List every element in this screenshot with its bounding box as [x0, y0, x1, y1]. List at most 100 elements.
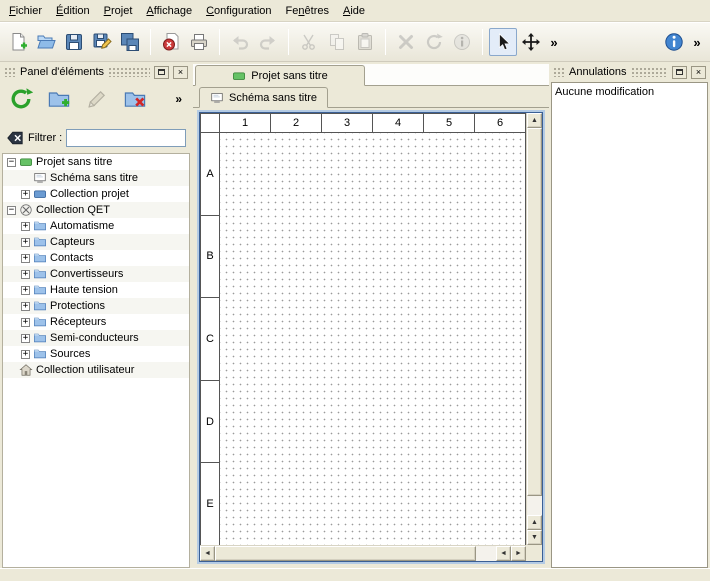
- dock-grip[interactable]: [4, 67, 16, 77]
- rotate-button[interactable]: [420, 28, 448, 56]
- dock-grip[interactable]: [108, 67, 150, 77]
- schema-canvas[interactable]: [220, 133, 526, 545]
- about-button[interactable]: [660, 28, 688, 56]
- menu-projet[interactable]: Projet: [97, 2, 140, 20]
- move-mode-button[interactable]: [517, 28, 545, 56]
- tree-item-projet-sans-titre[interactable]: −Projet sans titre: [3, 154, 189, 170]
- delete-icon: [396, 32, 416, 52]
- mode-overflow-button[interactable]: »: [545, 28, 563, 56]
- expand-icon[interactable]: +: [21, 286, 30, 295]
- menu-configuration[interactable]: Configuration: [199, 2, 278, 20]
- vscroll-track[interactable]: [527, 128, 542, 515]
- tree-item-capteurs[interactable]: +Capteurs: [3, 234, 189, 250]
- menu-fichier[interactable]: Fichier: [2, 2, 49, 20]
- scroll-up-button[interactable]: ▲: [527, 113, 542, 128]
- tree-item-haute-tension[interactable]: +Haute tension: [3, 282, 189, 298]
- panel-toolbar-overflow-button[interactable]: »: [175, 92, 186, 106]
- undo-icon: [230, 32, 250, 52]
- vscroll-thumb[interactable]: [527, 128, 542, 496]
- clear-filter-button[interactable]: [6, 129, 24, 147]
- tree-item-label: Collection projet: [50, 188, 129, 200]
- save-all-button[interactable]: [116, 28, 144, 56]
- select-mode-button[interactable]: [489, 28, 517, 56]
- tree-item-protections[interactable]: +Protections: [3, 298, 189, 314]
- close-panel-button[interactable]: ×: [173, 66, 188, 79]
- float-window-icon: [158, 69, 165, 75]
- expand-icon[interactable]: +: [21, 350, 30, 359]
- elements-tree: −Projet sans titreSchéma sans titre + Coll…: [2, 153, 190, 568]
- scroll-up-button-alt[interactable]: ▲: [527, 515, 542, 530]
- scroll-right-button[interactable]: ►: [511, 546, 526, 561]
- hscroll-thumb[interactable]: [215, 546, 476, 561]
- tree-item-collection-utilisateur[interactable]: Collection utilisateur: [3, 362, 189, 378]
- collapse-icon[interactable]: −: [7, 206, 16, 215]
- tree-item-semi-conducteurs[interactable]: +Semi-conducteurs: [3, 330, 189, 346]
- menu-edition[interactable]: Édition: [49, 2, 97, 20]
- reload-collections-button[interactable]: [6, 84, 36, 114]
- delete-button[interactable]: [392, 28, 420, 56]
- delete-element-button[interactable]: [120, 84, 150, 114]
- dock-grip[interactable]: [631, 67, 669, 77]
- tree-item-convertisseurs[interactable]: +Convertisseurs: [3, 266, 189, 282]
- vertical-scrollbar[interactable]: ▲ ▲ ▼: [526, 113, 542, 545]
- expand-icon[interactable]: +: [21, 302, 30, 311]
- float-panel-button[interactable]: [154, 66, 169, 79]
- menu-fenetres[interactable]: Fenêtres: [279, 2, 336, 20]
- undo-panel-titlebar[interactable]: Annulations ×: [551, 64, 708, 80]
- expand-icon[interactable]: +: [21, 238, 30, 247]
- tree-item-collection-projet[interactable]: + Collection projet: [3, 186, 189, 202]
- menu-aide[interactable]: Aide: [336, 2, 372, 20]
- new-document-button[interactable]: [4, 28, 32, 56]
- diagram-view[interactable]: 123456 ▲ ▲ ▼ ABCDE ◄: [199, 112, 543, 562]
- row-ruler: ABCDE: [200, 133, 220, 545]
- expand-icon[interactable]: +: [21, 318, 30, 327]
- filter-input[interactable]: [66, 129, 186, 147]
- elements-panel-titlebar[interactable]: Panel d'éléments ×: [2, 64, 190, 80]
- redo-button[interactable]: [254, 28, 282, 56]
- close-file-icon: [161, 32, 181, 52]
- tree-item-re-cepteurs[interactable]: +Récepteurs: [3, 314, 189, 330]
- paste-button[interactable]: [351, 28, 379, 56]
- toolbar-overflow-button[interactable]: »: [688, 28, 706, 56]
- scrollbar-corner: [526, 545, 542, 561]
- expand-icon[interactable]: +: [21, 270, 30, 279]
- edit-element-button[interactable]: [82, 84, 112, 114]
- folder-icon: [33, 315, 47, 329]
- float-panel-button[interactable]: [672, 66, 687, 79]
- tree-item-collection-qet[interactable]: −Collection QET: [3, 202, 189, 218]
- save-as-icon: [92, 32, 112, 52]
- cut-button[interactable]: [295, 28, 323, 56]
- new-element-button[interactable]: [44, 84, 74, 114]
- undo-button[interactable]: [226, 28, 254, 56]
- print-icon: [189, 32, 209, 52]
- scroll-left-button[interactable]: ◄: [200, 546, 215, 561]
- dock-grip[interactable]: [553, 67, 565, 77]
- tab-schema-sans-titre[interactable]: Schéma sans titre: [199, 87, 328, 108]
- hscroll-track[interactable]: [215, 546, 496, 561]
- undo-list-item[interactable]: Aucune modification: [555, 84, 704, 99]
- collapse-icon[interactable]: −: [7, 158, 16, 167]
- menu-affichage[interactable]: Affichage: [139, 2, 199, 20]
- element-info-button[interactable]: [448, 28, 476, 56]
- save-button[interactable]: [60, 28, 88, 56]
- edit-info-icon: [452, 32, 472, 52]
- tree-item-sche-ma-sans-titre[interactable]: Schéma sans titre: [3, 170, 189, 186]
- save-as-button[interactable]: [88, 28, 116, 56]
- copy-button[interactable]: [323, 28, 351, 56]
- tree-item-automatisme[interactable]: +Automatisme: [3, 218, 189, 234]
- scroll-down-button[interactable]: ▼: [527, 530, 542, 545]
- folder-icon: [33, 251, 47, 265]
- print-button[interactable]: [185, 28, 213, 56]
- open-button[interactable]: [32, 28, 60, 56]
- close-file-button[interactable]: [157, 28, 185, 56]
- expand-icon[interactable]: +: [21, 190, 30, 199]
- expand-icon[interactable]: +: [21, 222, 30, 231]
- tab-projet-sans-titre[interactable]: Projet sans titre: [195, 65, 365, 86]
- tree-item-sources[interactable]: +Sources: [3, 346, 189, 362]
- tree-item-contacts[interactable]: +Contacts: [3, 250, 189, 266]
- horizontal-scrollbar[interactable]: ◄ ◄ ►: [200, 545, 526, 561]
- scroll-left-button-alt[interactable]: ◄: [496, 546, 511, 561]
- close-panel-button[interactable]: ×: [691, 66, 706, 79]
- expand-icon[interactable]: +: [21, 254, 30, 263]
- expand-icon[interactable]: +: [21, 334, 30, 343]
